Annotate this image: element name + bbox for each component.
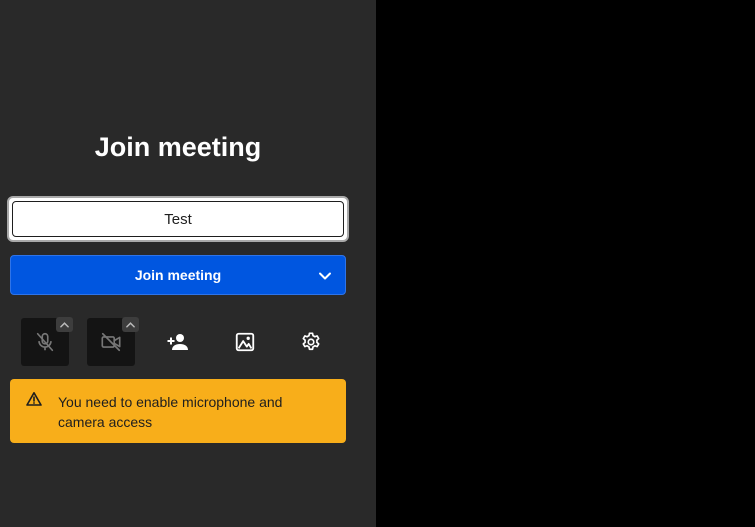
page-title: Join meeting (94, 132, 262, 162)
permission-warning-banner: You need to enable microphone and camera… (10, 379, 346, 443)
prejoin-panel: Join meeting Join meeting (0, 0, 376, 527)
settings-icon (302, 332, 320, 351)
display-name-input[interactable] (12, 201, 344, 237)
warning-triangle-icon (26, 392, 42, 406)
chevron-up-icon (60, 321, 69, 328)
camera-off-icon (101, 332, 121, 352)
settings-button[interactable] (287, 318, 335, 366)
invite-people-button[interactable] (154, 318, 202, 366)
microphone-options-button[interactable] (56, 317, 73, 332)
chevron-down-icon[interactable] (317, 268, 333, 284)
microphone-muted-icon (36, 332, 54, 352)
name-input-focus-ring (7, 196, 349, 242)
virtual-background-button[interactable] (221, 318, 269, 366)
virtual-background-icon (235, 332, 255, 352)
video-preview-area (376, 0, 755, 527)
join-meeting-button[interactable]: Join meeting (10, 255, 346, 295)
warning-message: You need to enable microphone and camera… (58, 394, 283, 430)
camera-options-button[interactable] (122, 317, 139, 332)
invite-people-icon (167, 334, 188, 350)
chevron-up-icon (126, 321, 135, 328)
join-meeting-label: Join meeting (134, 267, 222, 283)
